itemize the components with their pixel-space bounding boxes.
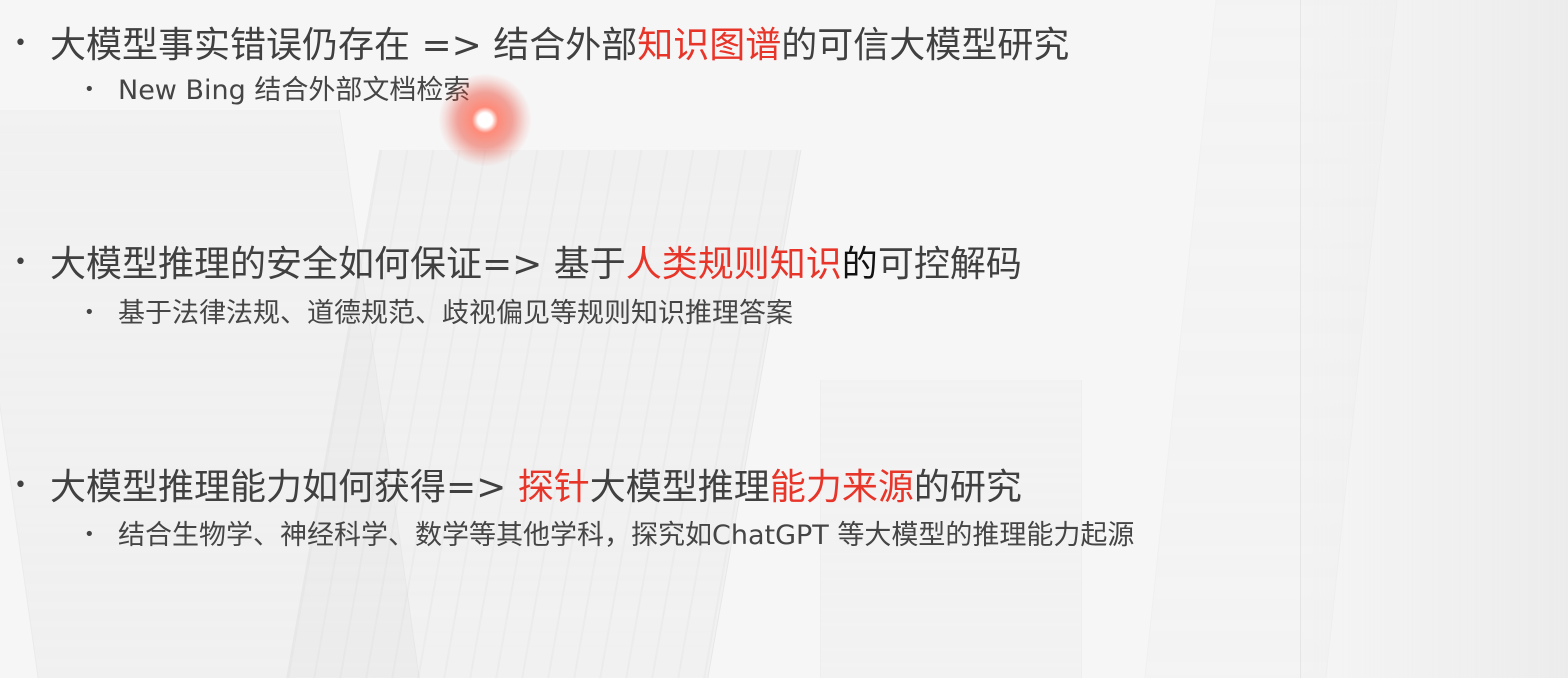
sub-bullet-2: • 基于法律法规、道德规范、歧视偏见等规则知识推理答案	[84, 297, 793, 332]
sub-bullet-2-text: 基于法律法规、道德规范、歧视偏见等规则知识推理答案	[118, 298, 793, 329]
laser-pointer-dot	[439, 74, 531, 166]
main-bullet-2-text-a: 大模型推理的安全如何保证=> 基于	[50, 244, 626, 285]
sub-bullet-3: • 结合生物学、神经科学、数学等其他学科，探究如ChatGPT 等大模型的推理能力…	[84, 519, 1134, 554]
main-bullet-3: • 大模型推理能力如何获得=> 探针大模型推理能力来源的研究	[14, 466, 1022, 511]
sub-bullet-1: • New Bing 结合外部文档检索	[84, 74, 470, 109]
bullet-dot: •	[84, 523, 95, 545]
bullet-dot: •	[84, 301, 95, 323]
main-bullet-1-highlight: 知识图谱	[637, 25, 782, 66]
bullet-dot: •	[14, 250, 27, 275]
main-bullet-3-text-a: 大模型推理能力如何获得=>	[50, 467, 518, 508]
sub-bullet-1-text: New Bing 结合外部文档检索	[118, 75, 471, 106]
main-bullet-1: • 大模型事实错误仍存在 => 结合外部知识图谱的可信大模型研究	[14, 24, 1069, 69]
main-bullet-3-highlight-b: 能力来源	[769, 467, 914, 508]
main-bullet-2-highlight: 人类规则知识	[625, 244, 842, 285]
sub-bullet-3-text: 结合生物学、神经科学、数学等其他学科，探究如ChatGPT 等大模型的推理能力起…	[118, 520, 1135, 551]
bullet-dot: •	[84, 78, 95, 100]
bullet-dot: •	[14, 31, 27, 56]
main-bullet-2-text-c: 可控解码	[877, 244, 1022, 285]
main-bullet-2: • 大模型推理的安全如何保证=> 基于人类规则知识的可控解码	[14, 243, 1022, 288]
main-bullet-1-text-b: 的可信大模型研究	[781, 25, 1070, 66]
slide-content: • 大模型事实错误仍存在 => 结合外部知识图谱的可信大模型研究 • New Bin…	[0, 0, 1568, 678]
main-bullet-1-text-a: 大模型事实错误仍存在 => 结合外部	[50, 25, 638, 66]
main-bullet-3-text-c: 的研究	[913, 467, 1022, 508]
main-bullet-3-highlight-a: 探针	[517, 467, 590, 508]
main-bullet-3-text-b: 大模型推理	[589, 467, 770, 508]
main-bullet-2-text-b: 的	[841, 244, 878, 285]
bullet-dot: •	[14, 473, 27, 498]
